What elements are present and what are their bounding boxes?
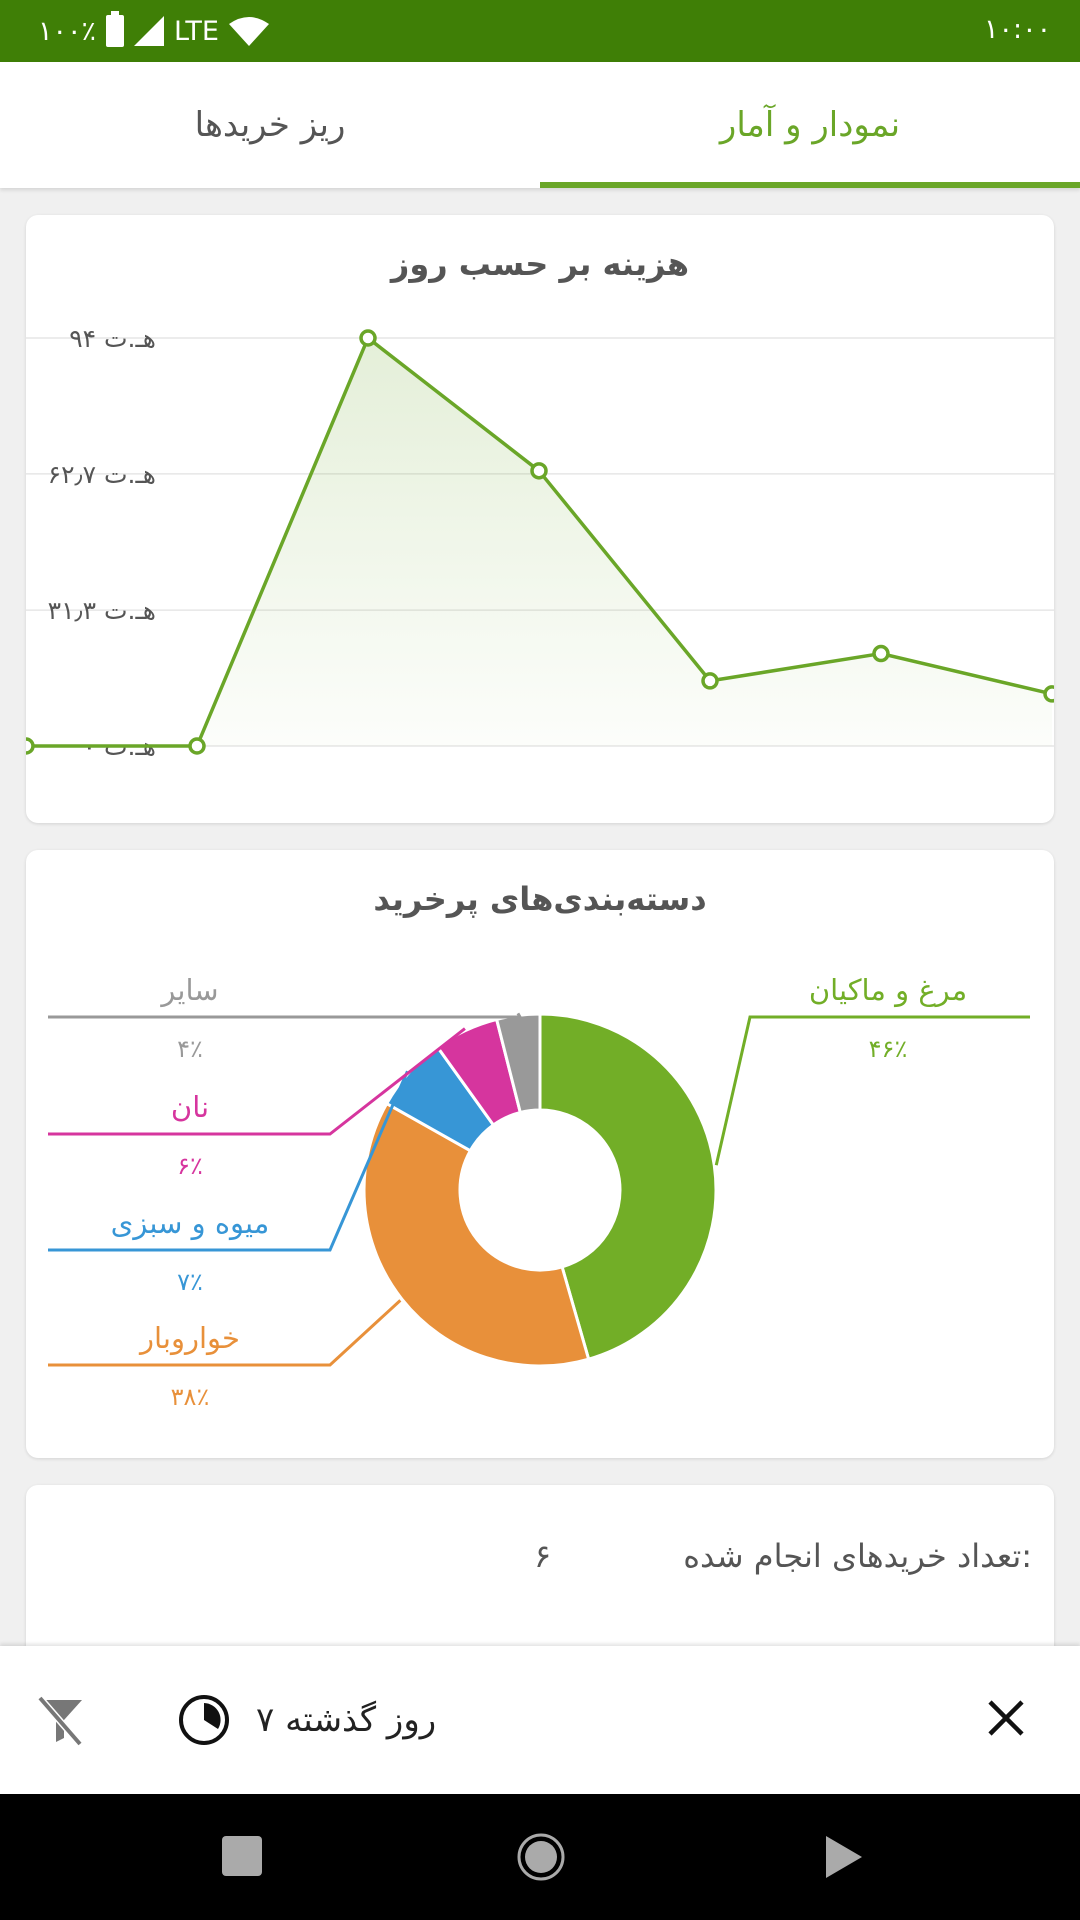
leader-line xyxy=(48,1012,523,1019)
y-tick-label: ۳۱٫۳ هـ.ت xyxy=(48,596,156,625)
tab-charts-stats[interactable]: نمودار و آمار xyxy=(540,62,1080,188)
period-selector[interactable]: ۷ روز گذشته xyxy=(178,1688,436,1752)
battery-icon xyxy=(106,11,125,47)
active-tab-indicator xyxy=(540,182,1080,188)
system-nav-bar xyxy=(0,1794,1080,1920)
signal-icon xyxy=(134,16,165,46)
data-point xyxy=(701,672,719,690)
purchase-count-value: ۶ xyxy=(534,1537,552,1575)
tab-bar: نمودار و آمار ریز خریدها xyxy=(0,62,1080,188)
data-point xyxy=(872,644,890,663)
status-bar: ۱۰۰٪ LTE ۱۰:۰۰ xyxy=(0,0,1080,62)
clock-time: ۱۰:۰۰ xyxy=(984,14,1052,45)
tab-purchase-details[interactable]: ریز خریدها xyxy=(0,62,540,188)
slice-label: سایر xyxy=(159,973,218,1007)
filter-bar: ۷ روز گذشته xyxy=(0,1646,1080,1794)
wifi-icon xyxy=(228,17,269,46)
donut-chart: مرغ و ماکیان ۴۶٪ خواروبار ۳۸٪ میوه و سبزی ۷٪ ن… xyxy=(48,973,1030,1411)
slice-percent: ۴۶٪ xyxy=(869,1035,908,1063)
close-icon[interactable] xyxy=(986,1698,1026,1738)
battery-percent: ۱۰۰٪ xyxy=(38,15,97,47)
slice-percent: ۶٪ xyxy=(177,1152,203,1180)
clock-icon xyxy=(179,1695,229,1745)
filter-off-icon[interactable] xyxy=(34,1694,86,1746)
slice-label: خواروبار xyxy=(138,1321,240,1355)
slice-percent: ۷٪ xyxy=(177,1268,203,1296)
slice-label: نان xyxy=(171,1090,209,1124)
area-fill xyxy=(26,338,1052,746)
slice-percent: ۳۸٪ xyxy=(171,1383,210,1411)
period-label: ۷ روز گذشته xyxy=(256,1700,437,1740)
top-categories-card: دسته‌بندی‌های پرخرید مرغ و ماکیان ۴۶٪ خوار… xyxy=(26,850,1054,1458)
tab-label: نمودار و آمار xyxy=(719,105,901,145)
nav-home-icon[interactable] xyxy=(516,1832,566,1882)
daily-cost-card: هزینه بر حسب روز ۰ هـ.ت ۳۱٫۳ هـ.ت ۶۲٫۷ هـ.… xyxy=(26,215,1054,823)
data-point xyxy=(359,329,377,347)
data-point xyxy=(530,462,548,480)
status-icons: ۱۰۰٪ LTE xyxy=(38,11,269,50)
y-tick-label: ۹۴ هـ.ت xyxy=(69,324,156,353)
tab-label: ریز خریدها xyxy=(194,105,346,145)
data-point xyxy=(1043,685,1054,703)
network-type: LTE xyxy=(174,15,219,47)
nav-recents-icon[interactable] xyxy=(222,1836,262,1876)
data-point xyxy=(188,737,206,755)
y-tick-label: ۶۲٫۷ هـ.ت xyxy=(48,460,156,489)
nav-back-icon[interactable] xyxy=(824,1834,864,1880)
data-point xyxy=(26,737,35,755)
line-chart: ۰ هـ.ت۳۱٫۳ هـ.ت۶۲٫۷ هـ.ت۹۴ هـ.ت xyxy=(26,324,1054,761)
slice-percent: ۴٪ xyxy=(177,1035,203,1063)
slice-label: میوه و سبزی xyxy=(111,1206,270,1240)
purchase-count-label: تعداد خریدهای انجام شده: xyxy=(683,1537,1032,1575)
slice-label: مرغ و ماکیان xyxy=(809,973,967,1007)
